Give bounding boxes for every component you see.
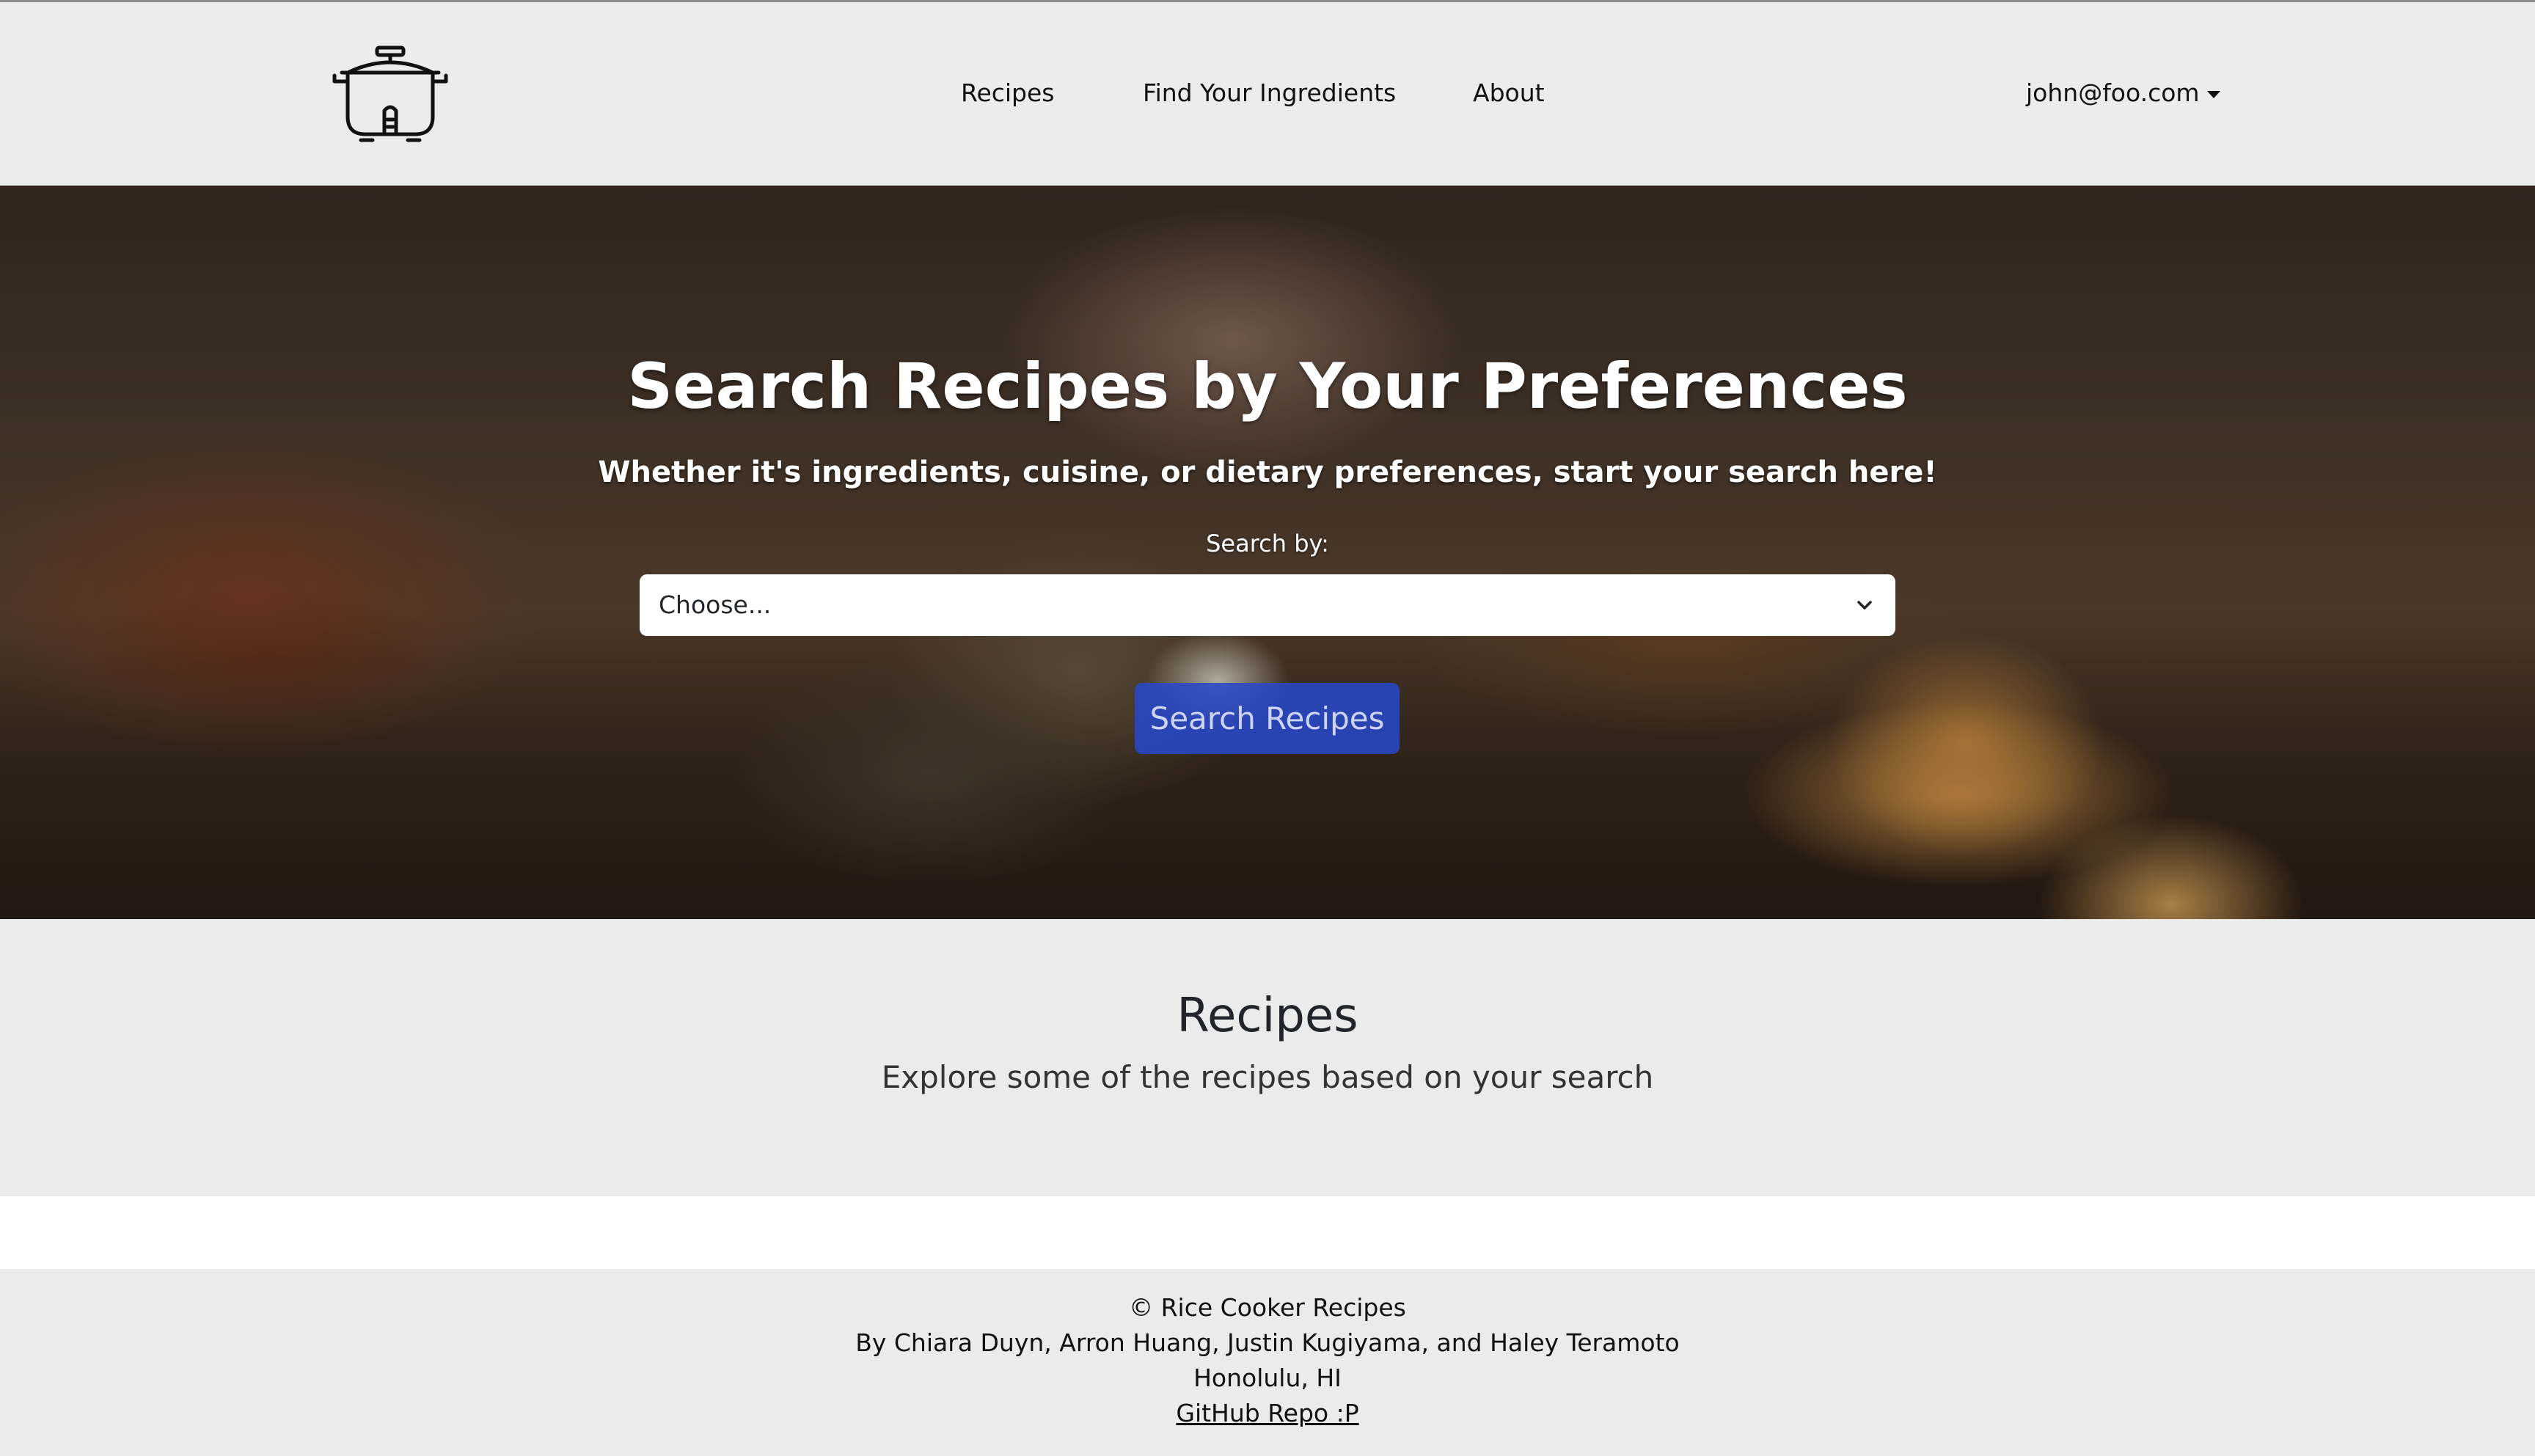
search-recipes-button[interactable]: Search Recipes [1135,683,1400,754]
nav-link-find-ingredients[interactable]: Find Your Ingredients [1143,78,1396,108]
hero-subtitle: Whether it's ingredients, cuisine, or di… [598,456,1937,489]
footer: © Rice Cooker Recipes By Chiara Duyn, Ar… [0,1269,2535,1456]
footer-repo-line: GitHub Repo :P [0,1398,2535,1429]
search-by-select[interactable]: Choose... [640,574,1895,636]
recipes-heading: Recipes [1177,989,1358,1043]
hero-title: Search Recipes by Your Preferences [627,350,1908,423]
user-menu-dropdown[interactable]: john@foo.com [2026,78,2220,108]
nav-link-about[interactable]: About [1473,78,1545,108]
recipes-subtitle: Explore some of the recipes based on you… [881,1059,1654,1095]
hero-banner: Search Recipes by Your Preferences Wheth… [0,186,2535,919]
github-repo-link[interactable]: GitHub Repo :P [1176,1399,1358,1427]
user-email: john@foo.com [2026,78,2200,107]
select-value: Choose... [659,590,772,619]
caret-down-icon [2206,90,2220,98]
recipes-results-area [0,1196,2535,1269]
nav-link-recipes[interactable]: Recipes [961,78,1055,108]
chevron-down-icon [1857,601,1872,610]
rice-cooker-icon[interactable] [329,43,452,146]
recipes-section: Recipes Explore some of the recipes base… [0,919,2535,1196]
footer-location: Honolulu, HI [1193,1364,1342,1392]
footer-copyright: © Rice Cooker Recipes [1129,1293,1406,1322]
search-by-label: Search by: [1206,530,1329,557]
footer-authors: By Chiara Duyn, Arron Huang, Justin Kugi… [855,1328,1680,1357]
navbar: Recipes Find Your Ingredients About john… [0,2,2535,186]
